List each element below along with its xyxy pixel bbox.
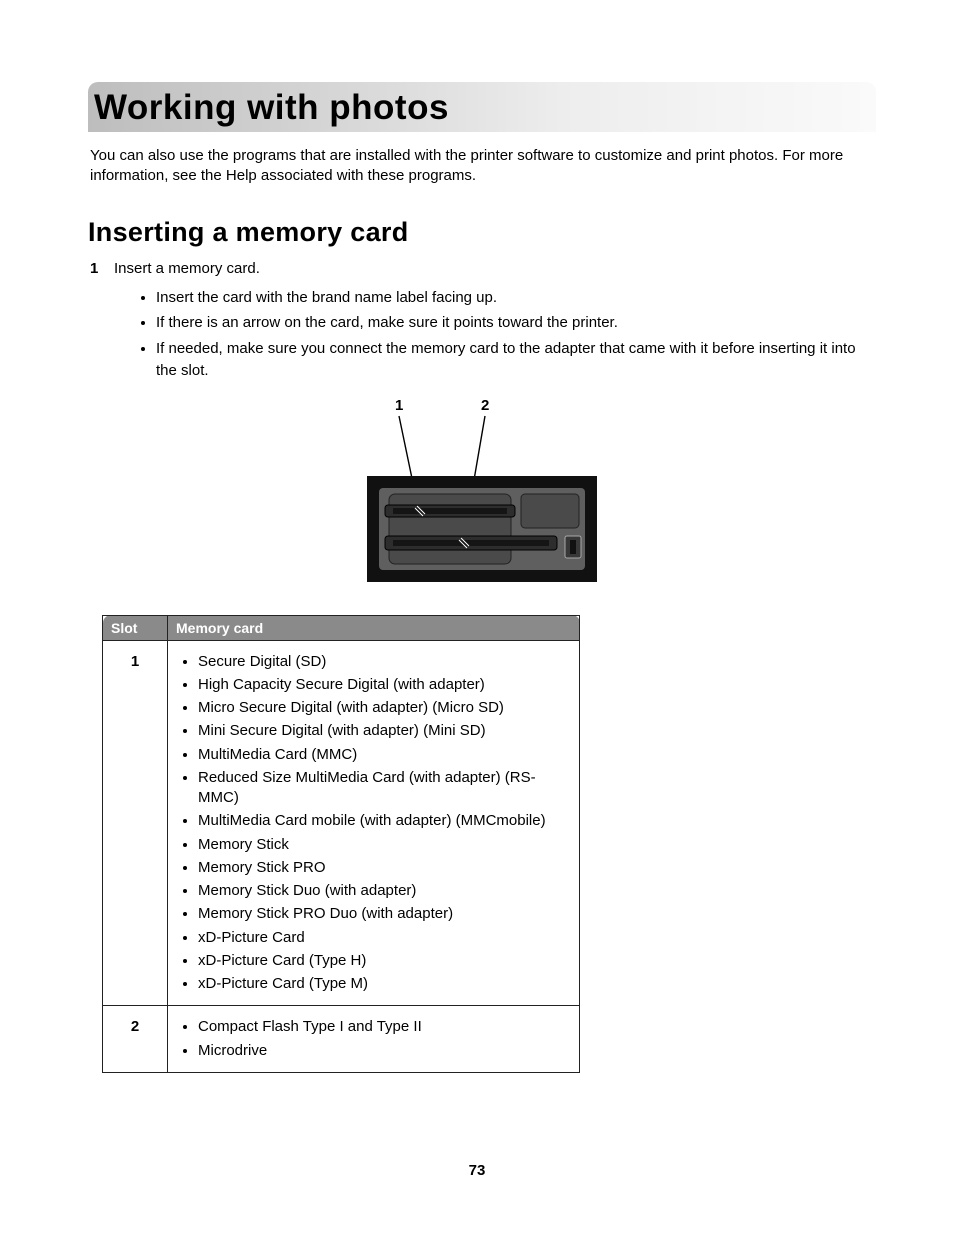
memory-card-table: Slot Memory card 1 Secure Digital (SD) H… <box>102 615 580 1073</box>
list-item: Micro Secure Digital (with adapter) (Mic… <box>198 698 571 718</box>
table-row: 2 Compact Flash Type I and Type II Micro… <box>103 1006 580 1073</box>
table-row: 1 Secure Digital (SD) High Capacity Secu… <box>103 640 580 1006</box>
section-heading: Inserting a memory card <box>88 217 876 248</box>
page-title: Working with photos <box>94 88 866 128</box>
list-item: Memory Stick <box>198 835 571 855</box>
list-item: High Capacity Secure Digital (with adapt… <box>198 675 571 695</box>
list-item: Memory Stick PRO <box>198 858 571 878</box>
step-text: Insert a memory card. <box>114 260 260 277</box>
page: Working with photos You can also use the… <box>0 0 954 1235</box>
title-bar: Working with photos <box>88 82 876 132</box>
bullet-item: If there is an arrow on the card, make s… <box>156 312 876 334</box>
diagram-label-2: 2 <box>481 397 489 414</box>
table-header-row: Slot Memory card <box>103 615 580 640</box>
list-item: xD-Picture Card (Type M) <box>198 974 571 994</box>
slot-diagram-svg: 1 2 <box>367 396 597 586</box>
list-item: Memory Stick PRO Duo (with adapter) <box>198 904 571 924</box>
list-item: Secure Digital (SD) <box>198 652 571 672</box>
list-item: Mini Secure Digital (with adapter) (Mini… <box>198 721 571 741</box>
bullet-item: Insert the card with the brand name labe… <box>156 287 876 309</box>
list-item: MultiMedia Card (MMC) <box>198 745 571 765</box>
diagram-label-1: 1 <box>395 397 403 414</box>
slot-cards: Compact Flash Type I and Type II Microdr… <box>168 1006 580 1073</box>
bullet-item: If needed, make sure you connect the mem… <box>156 338 876 382</box>
intro-paragraph: You can also use the programs that are i… <box>90 146 874 187</box>
list-item: xD-Picture Card (Type H) <box>198 951 571 971</box>
list-item: Compact Flash Type I and Type II <box>198 1017 571 1037</box>
list-item: xD-Picture Card <box>198 928 571 948</box>
step-number: 1 <box>90 258 98 279</box>
slot-number: 1 <box>103 640 168 1006</box>
list-item: Reduced Size MultiMedia Card (with adapt… <box>198 768 571 809</box>
step-1-bullets: Insert the card with the brand name labe… <box>132 287 876 382</box>
slot-cards: Secure Digital (SD) High Capacity Secure… <box>168 640 580 1006</box>
list-item: Memory Stick Duo (with adapter) <box>198 881 571 901</box>
list-item: Microdrive <box>198 1041 571 1061</box>
table-header-slot: Slot <box>103 615 168 640</box>
step-1: 1 Insert a memory card. Insert the card … <box>88 258 876 382</box>
page-number: 73 <box>0 1162 954 1179</box>
steps-list: 1 Insert a memory card. Insert the card … <box>88 258 876 382</box>
table-header-card: Memory card <box>168 615 580 640</box>
list-item: MultiMedia Card mobile (with adapter) (M… <box>198 811 571 831</box>
slot-diagram: 1 2 <box>88 396 876 591</box>
slot-number: 2 <box>103 1006 168 1073</box>
